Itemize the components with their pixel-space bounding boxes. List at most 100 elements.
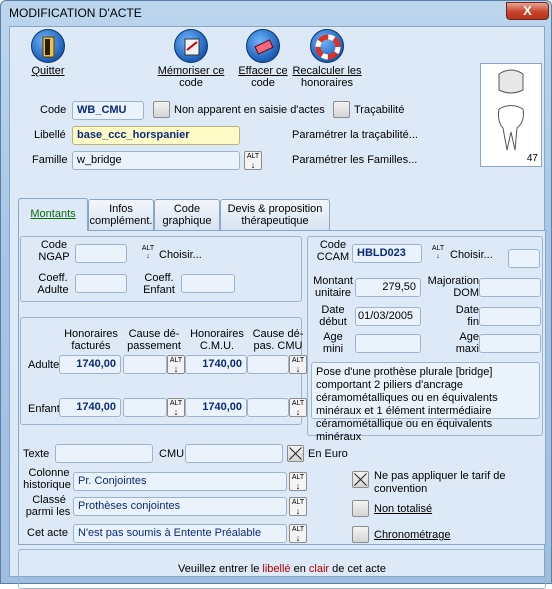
ne-pas-appliquer-label-1: Ne pas appliquer le tarif de: [374, 470, 506, 482]
cet-acte-lookup-button[interactable]: ALT ↓: [289, 524, 307, 543]
status-part-5: de cet acte: [329, 563, 386, 575]
tab-infos[interactable]: Infos complément.: [88, 199, 154, 230]
ccam-extra-field[interactable]: [508, 249, 540, 268]
cet-acte-label: Cet acte: [27, 527, 68, 539]
ne-pas-appliquer-label-2: convention: [374, 483, 428, 495]
date-debut-field[interactable]: 01/03/2005: [355, 307, 421, 326]
eraser-icon: [246, 29, 280, 63]
colonne-lookup-button[interactable]: ALT ↓: [289, 472, 307, 491]
non-apparent-checkbox[interactable]: [153, 101, 170, 118]
tab-code-graphique[interactable]: Code graphique: [154, 199, 220, 230]
ngap-code-field[interactable]: [75, 244, 127, 263]
enfant-cmu-field[interactable]: 1740,00: [185, 398, 247, 417]
tracabilite-checkbox[interactable]: [333, 101, 350, 118]
code-label: Code: [40, 104, 67, 116]
ne-pas-appliquer-checkbox[interactable]: [352, 471, 369, 488]
enfant-cause-field[interactable]: [123, 398, 167, 417]
adulte-cause-cmu-lookup-button[interactable]: ALT ↓: [289, 355, 307, 374]
hon-cmu-header-1: Honoraires: [190, 328, 244, 340]
age-mini-field[interactable]: [355, 334, 421, 353]
montant-field[interactable]: 279,50: [355, 278, 421, 297]
status-part-4: clair: [308, 563, 330, 575]
libelle-label: Libellé: [34, 129, 66, 141]
tab-devis[interactable]: Devis & proposition thérapeutique: [220, 199, 330, 230]
tab-montants[interactable]: Montants: [18, 198, 88, 231]
adulte-cause-field[interactable]: [123, 355, 167, 374]
lifebuoy-icon: [310, 29, 344, 63]
cause-dep-cmu-header-2: pas. CMU: [253, 340, 303, 352]
cmu-label: CMU: [159, 448, 185, 460]
famille-field[interactable]: w_bridge: [72, 151, 240, 170]
window: MODIFICATION D'ACTE X Quitter Mémoriser …: [0, 0, 552, 589]
non-totalise-label: Non totalisé: [374, 503, 433, 515]
coeff-enfant-field[interactable]: [181, 274, 235, 293]
majoration-label-1: Majoration: [427, 275, 479, 287]
ccam-code-label-1: Code: [319, 239, 347, 251]
recalc-label-2: honoraires: [301, 77, 353, 89]
classe-field[interactable]: Prothèses conjointes: [73, 497, 287, 516]
montant-label-1: Montant: [313, 275, 353, 287]
tab-montants-label: Montants: [30, 208, 76, 220]
coeff-adulte-label-1: Coeff.: [38, 272, 68, 284]
texte-field[interactable]: [55, 444, 153, 463]
classe-lookup-button[interactable]: ALT ↓: [289, 497, 307, 516]
ccam-code-field[interactable]: HBLD023: [352, 244, 422, 263]
ccam-code-label-2: CCAM: [316, 251, 350, 263]
enfant-cause-cmu-field[interactable]: [247, 398, 289, 417]
tab-infos-label-2: complément.: [89, 215, 153, 227]
cmu-field[interactable]: [185, 444, 283, 463]
ccam-description: Pose d'une prothèse plurale [bridge] com…: [311, 362, 540, 443]
enfant-facturés-field[interactable]: 1740,00: [59, 398, 121, 417]
code-field[interactable]: WB_CMU: [72, 101, 144, 120]
memorize-button[interactable]: Mémoriser ce code: [156, 29, 226, 89]
status-part-2: libellé: [262, 563, 291, 575]
client-area: Quitter Mémoriser ce code Effacer ce cod…: [9, 26, 546, 589]
ccam-choisir-link[interactable]: Choisir...: [450, 249, 493, 261]
libelle-field[interactable]: base_ccc_horspanier: [72, 126, 240, 145]
chronometrage-checkbox[interactable]: [352, 526, 369, 543]
erase-button[interactable]: Effacer ce code: [235, 29, 291, 89]
chronometrage-label: Chronométrage: [374, 529, 451, 541]
cause-depassement-header-2: passement: [127, 340, 181, 352]
erase-label-2: code: [251, 77, 275, 89]
adulte-cause-lookup-button[interactable]: ALT ↓: [167, 355, 185, 374]
date-fin-field[interactable]: [479, 307, 541, 326]
enfant-label: Enfant: [28, 403, 60, 415]
tooth-number: 47: [526, 153, 538, 164]
ngap-choisir-icon[interactable]: ALT ↓: [141, 245, 155, 261]
classe-label-2: parmi les: [25, 506, 71, 518]
quit-label: Quitter: [31, 65, 65, 77]
coeff-adulte-field[interactable]: [75, 274, 127, 293]
param-tracabilite-link[interactable]: Paramétrer la traçabilité...: [292, 129, 418, 141]
non-apparent-label: Non apparent en saisie d'actes: [174, 104, 325, 116]
age-maxi-field[interactable]: [479, 334, 541, 353]
adulte-label: Adulte: [28, 359, 60, 371]
door-icon: [31, 29, 65, 63]
ngap-choisir-link[interactable]: Choisir...: [159, 249, 202, 261]
ngap-code-label-1: Code: [40, 239, 68, 251]
non-totalise-checkbox[interactable]: [352, 500, 369, 517]
tooth-image[interactable]: 47: [480, 63, 542, 167]
ngap-code-label-2: NGAP: [38, 251, 70, 263]
en-euro-label: En Euro: [308, 448, 348, 460]
colonne-label-2: historique: [23, 479, 71, 491]
param-familles-link[interactable]: Paramétrer les Familles...: [292, 154, 417, 166]
adulte-cmu-field[interactable]: 1740,00: [185, 355, 247, 374]
close-button[interactable]: X: [506, 2, 549, 20]
enfant-cause-cmu-lookup-button[interactable]: ALT ↓: [289, 398, 307, 417]
hon-cmu-header-2: C.M.U.: [199, 340, 235, 352]
en-euro-checkbox[interactable]: [287, 445, 304, 462]
ccam-choisir-icon[interactable]: ALT ↓: [431, 245, 445, 261]
colonne-historique-field[interactable]: Pr. Conjointes: [73, 472, 287, 491]
adulte-cause-cmu-field[interactable]: [247, 355, 289, 374]
adulte-facturés-field[interactable]: 1740,00: [59, 355, 121, 374]
quit-button[interactable]: Quitter: [22, 29, 74, 77]
recalc-button[interactable]: Recalculer les honoraires: [291, 29, 363, 89]
majoration-field[interactable]: [479, 278, 541, 297]
memorize-icon: [174, 29, 208, 63]
famille-lookup-button[interactable]: ALT ↓: [244, 151, 262, 170]
coeff-enfant-label-2: Enfant: [143, 284, 175, 296]
enfant-cause-lookup-button[interactable]: ALT ↓: [167, 398, 185, 417]
cet-acte-field[interactable]: N'est pas soumis à Entente Préalable: [73, 524, 287, 543]
memorize-label-2: code: [179, 77, 203, 89]
